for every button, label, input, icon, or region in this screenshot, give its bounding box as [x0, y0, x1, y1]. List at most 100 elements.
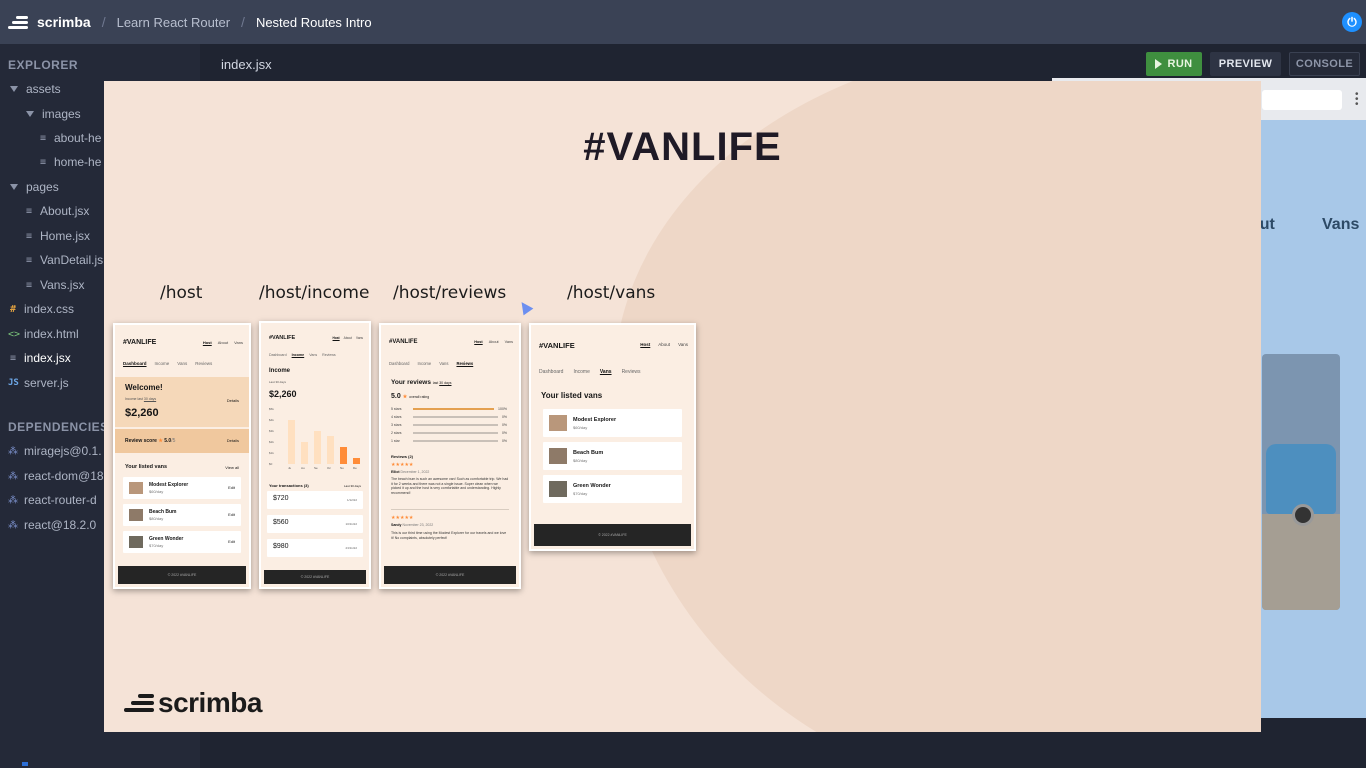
file-label: about-he: [54, 131, 102, 145]
slide-title: #VANLIFE: [583, 125, 782, 169]
folder-images[interactable]: images: [26, 107, 81, 121]
rating-row: 4 stars 0%: [391, 415, 507, 419]
rating-row: 2 stars 0%: [391, 431, 507, 435]
file-index-css[interactable]: # index.css: [8, 302, 74, 316]
slide-scrimba-logo: scrimba: [124, 687, 262, 719]
phone-mockup-host-income: #VANLIFE Host About Vans Dashboard Income Va…: [259, 321, 371, 589]
file-index-html[interactable]: <> index.html: [8, 327, 79, 341]
folder-assets[interactable]: assets: [10, 82, 61, 96]
power-icon[interactable]: ⏻: [1342, 12, 1362, 32]
mouse-cursor-icon: [516, 298, 534, 316]
file-index-jsx[interactable]: ≡ index.jsx: [8, 351, 71, 365]
phone-footer: © 2022 #VANLIFE: [264, 570, 366, 584]
file-home-jsx[interactable]: ≡ Home.jsx: [24, 229, 90, 243]
dependency-item[interactable]: ⁂ react-dom@18: [8, 469, 104, 483]
star-rating-icon: ★★★★★: [391, 515, 414, 521]
phone-review-text: This is our third time using the Modest …: [391, 531, 507, 540]
file-server-js[interactable]: JS server.js: [8, 376, 69, 390]
folder-pages[interactable]: pages: [10, 180, 59, 194]
phone-welcome: Welcome!: [125, 383, 163, 392]
file-home-image[interactable]: ≡ home-he: [38, 155, 101, 169]
slide-background-shape: [614, 81, 1261, 732]
phone-logo: #VANLIFE: [389, 339, 418, 345]
dependency-item[interactable]: ⁂ react-router-d: [8, 493, 97, 507]
phone-transaction-row: $720 1/12/22: [267, 491, 363, 509]
preview-button[interactable]: PREVIEW: [1210, 52, 1281, 76]
phone-footer: © 2022 #VANLIFE: [384, 566, 516, 584]
explorer-title: EXPLORER: [8, 58, 79, 72]
breadcrumb-lesson: Nested Routes Intro: [255, 14, 372, 30]
breadcrumb-separator: /: [101, 14, 106, 30]
phone-reviews-count: Reviews (2): [391, 454, 414, 459]
folder-label: images: [42, 107, 81, 121]
run-label: RUN: [1167, 58, 1193, 70]
phone-host-tabs: Dashboard Income Vans Reviews: [389, 361, 474, 366]
phone-reviews-title: Your reviews last 30 days: [391, 379, 452, 386]
file-label: Vans.jsx: [40, 278, 85, 292]
phone-income-amount: $2,260: [269, 389, 297, 399]
file-about-image[interactable]: ≡ about-he: [38, 131, 101, 145]
income-month-label: Oc: [327, 466, 331, 470]
preview-url-field[interactable]: [1262, 90, 1342, 110]
income-bar: [340, 447, 347, 464]
income-month-label: De: [353, 466, 357, 470]
run-button[interactable]: RUN: [1146, 52, 1202, 76]
dependency-label: miragejs@0.1.: [24, 444, 102, 458]
file-about-jsx[interactable]: ≡ About.jsx: [24, 204, 89, 218]
scrimba-logo[interactable]: scrimba: [8, 14, 91, 30]
income-bar: [314, 431, 321, 464]
phone-nav: Host About Vans: [332, 336, 363, 340]
phone-details-link: Details: [226, 398, 239, 403]
tab-index-jsx[interactable]: index.jsx: [221, 57, 272, 72]
income-bar: [301, 442, 308, 464]
dependency-item[interactable]: ⁂ miragejs@0.1.: [8, 444, 102, 458]
file-icon: ≡: [25, 205, 33, 217]
more-options-icon[interactable]: • • •: [1355, 90, 1359, 110]
phone-review-author: Sandy November 23, 2022: [391, 523, 434, 527]
file-vandetail-jsx[interactable]: ≡ VanDetail.js: [24, 253, 103, 267]
play-icon: [1155, 59, 1163, 69]
file-icon: ≡: [25, 254, 33, 266]
phone-transactions-period: Last 30 days: [343, 484, 361, 488]
phone-logo: #VANLIFE: [539, 341, 575, 350]
package-icon: ⁂: [8, 494, 18, 506]
chevron-down-icon: [10, 86, 18, 92]
route-label-host: /host: [160, 283, 203, 303]
phone-mockup-host: #VANLIFE Host About Vans Dashboard Income Va…: [113, 323, 251, 589]
package-icon: ⁂: [8, 470, 18, 482]
phone-review-score: Review score ★ 5.0/5: [125, 438, 176, 444]
phone-logo: #VANLIFE: [269, 335, 296, 341]
folder-label: assets: [26, 82, 61, 96]
css-file-icon: #: [9, 303, 17, 315]
phone-income-chart: [285, 409, 363, 464]
phone-footer: © 2022 #VANLIFE: [534, 524, 691, 546]
dependency-item[interactable]: ⁂ react@18.2.0: [8, 518, 96, 532]
income-bar: [353, 458, 360, 464]
income-month-label: Se: [314, 466, 318, 470]
phone-host-tabs: Dashboard Income Vans Reviews: [269, 353, 336, 357]
income-bar: [288, 420, 295, 464]
breadcrumb-course[interactable]: Learn React Router: [117, 15, 230, 30]
rating-row: 5 stars 100%: [391, 407, 507, 411]
phone-income-title: Income: [269, 368, 291, 374]
phone-van-card: Green Wonder $70/day Edit: [123, 531, 241, 553]
file-vans-jsx[interactable]: ≡ Vans.jsx: [24, 278, 84, 292]
phone-transaction-row: $560 10/11/22: [267, 515, 363, 533]
console-button[interactable]: CONSOLE: [1289, 52, 1360, 76]
panel-toggle-icon[interactable]: [22, 762, 28, 766]
phone-listed-title: Your listed vans: [541, 391, 603, 400]
income-bar: [327, 436, 334, 464]
dependencies-title: DEPENDENCIES: [8, 420, 109, 434]
phone-income-amount: $2,260: [125, 407, 159, 419]
preview-nav-vans[interactable]: Vans: [1322, 216, 1359, 234]
income-month-label: No: [340, 466, 344, 470]
phone-listed-title: Your listed vans: [125, 464, 168, 470]
top-bar: scrimba / Learn React Router / Nested Ro…: [0, 0, 1366, 44]
scrimba-logo-icon: [124, 692, 154, 714]
dependency-label: react-dom@18: [24, 469, 104, 483]
phone-nav: Host About Vans: [202, 340, 243, 345]
editor-header: index.jsx RUN PREVIEW CONSOLE: [200, 44, 1366, 82]
phone-transaction-row: $980 23/11/22: [267, 539, 363, 557]
lesson-slide: #VANLIFE /host /host/income /host/review…: [104, 81, 1261, 732]
file-label: index.css: [24, 302, 75, 316]
